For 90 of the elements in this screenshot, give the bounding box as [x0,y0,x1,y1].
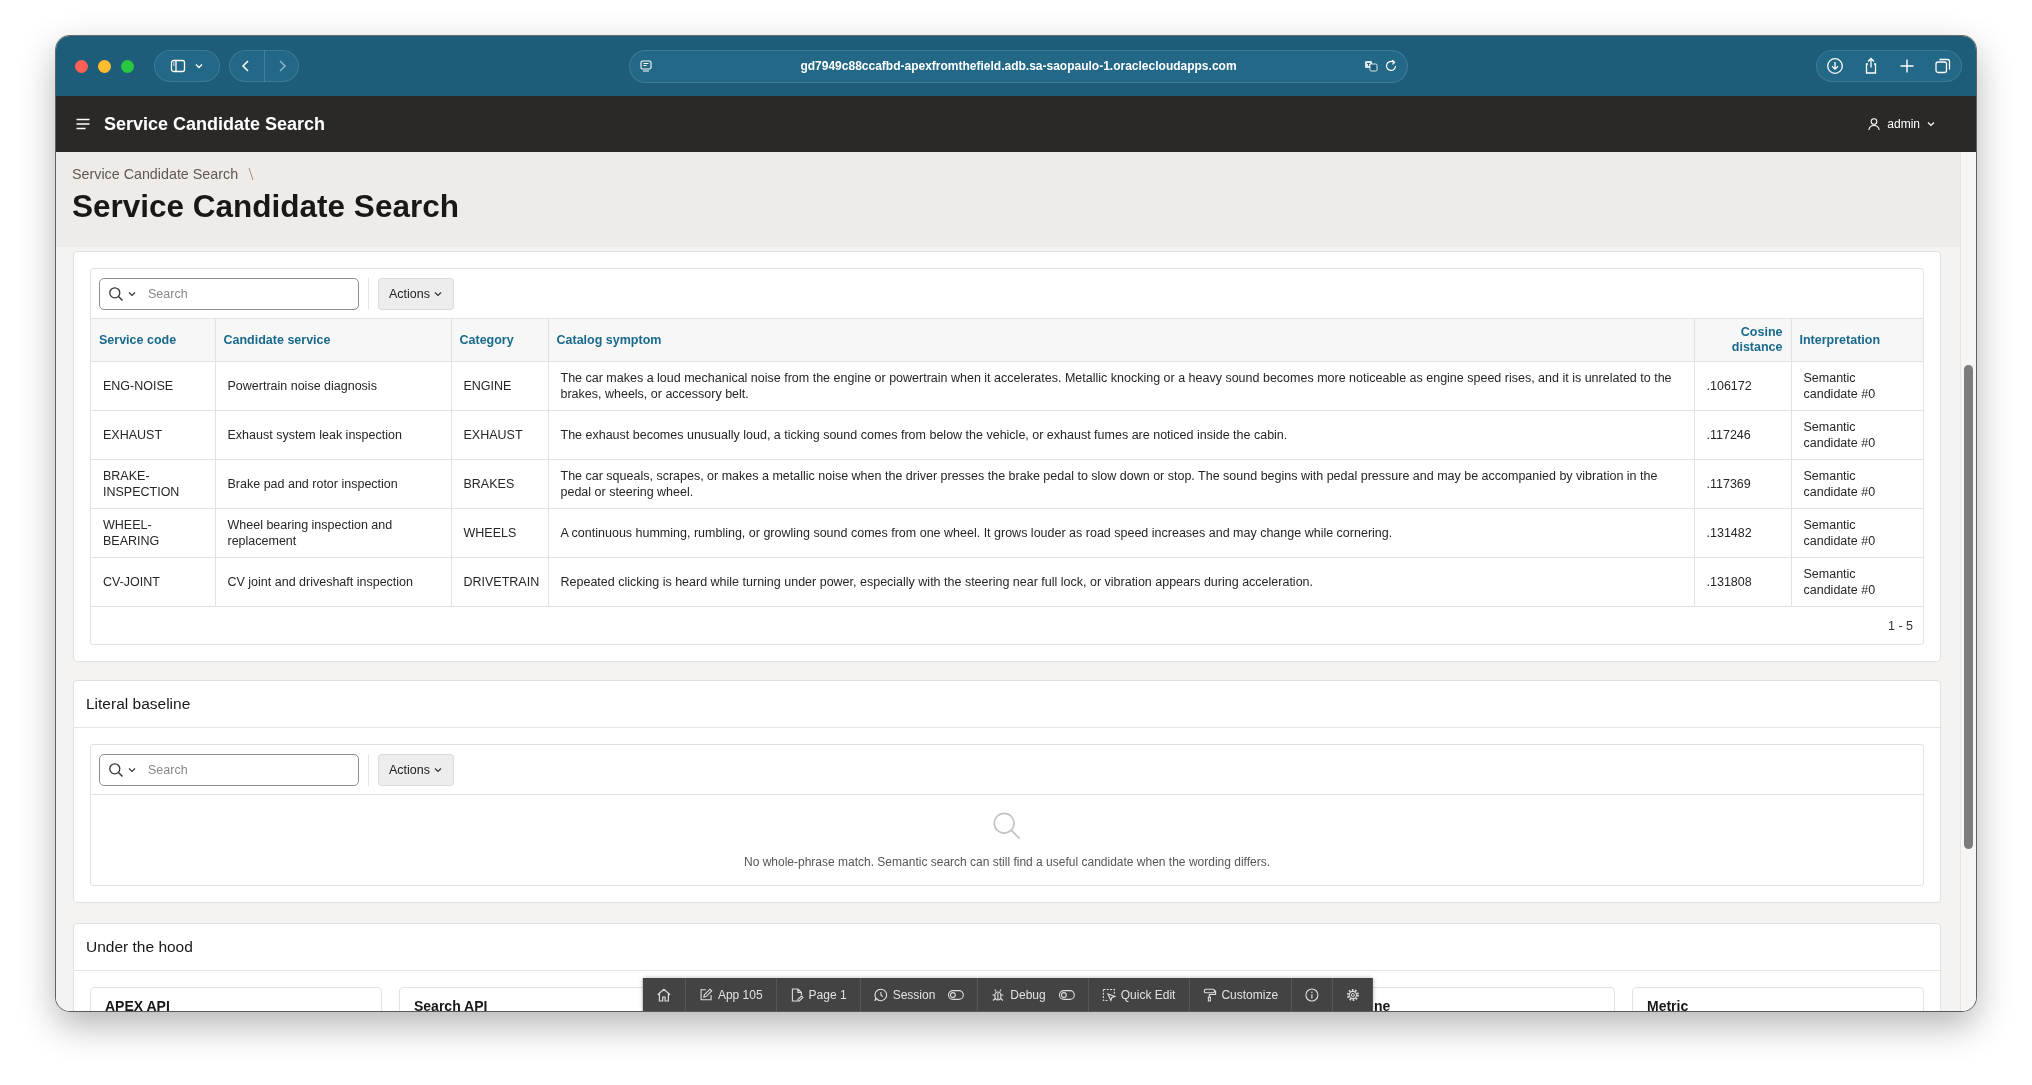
download-icon[interactable] [1826,57,1844,75]
table-cell: .117369 [1694,459,1791,509]
page-icon [639,58,653,73]
app-button[interactable]: App 105 [685,978,777,1011]
card-title: ne [1374,998,1391,1011]
session-button[interactable]: Session [860,978,979,1011]
page-button[interactable]: Page 1 [776,978,861,1011]
table-cell: .117246 [1694,410,1791,460]
sidebar-button[interactable] [154,50,220,82]
bug-icon [991,987,1006,1002]
column-header[interactable]: Cosine distance [1694,319,1791,362]
table-cell: Powertrain noise diagnosis [215,361,451,411]
home-icon [655,986,672,1003]
table-cell: .131482 [1694,508,1791,558]
table-cell: EXHAUST [91,410,215,460]
pagination-label: 1 - 5 [1888,618,1913,633]
table-cell: CV-JOINT [91,557,215,607]
breadcrumb-link[interactable]: Service Candidate Search [72,166,239,182]
table-cell: Exhaust system leak inspection [215,410,451,460]
table-cell: CV joint and driveshaft inspection [215,557,451,607]
search-icon[interactable] [108,761,124,778]
table-cell: Semantic candidate #0 [1791,361,1923,411]
search-field[interactable]: Search [99,753,359,786]
chevron-down-icon [194,61,204,71]
actions-button[interactable]: Actions [378,277,454,310]
table-cell: The exhaust becomes unusually loud, a ticking sound comes from below the vehicle, or exhaust fumes are noticed inside the cabin. [548,410,1694,460]
search-input[interactable]: Search [148,283,350,304]
actions-button[interactable]: Actions [378,753,454,786]
column-header[interactable]: Candidate service [215,319,451,362]
window-zoom-button[interactable] [121,59,134,73]
address-bar[interactable]: gd7949c88ccafbd-apexfromthefield.adb.sa-saopaulo-1.oraclecloudapps.com [629,49,1408,83]
plus-icon[interactable] [1898,57,1916,75]
sidebar-icon [170,58,186,74]
table-cell: Repeated clicking is heard while turning under power, especially with the steering near full lock, or vibration appears during acceleration. [548,557,1694,607]
scrollbar-thumb[interactable] [1964,365,1973,849]
window-minimize-button[interactable] [98,59,111,73]
translate-icon[interactable] [1364,58,1378,73]
table-cell: A continuous humming, rumbling, or growling sound comes from one wheel. It grows louder as road speed increases and may change while cornering. [548,508,1694,558]
table-cell: The car makes a loud mechanical noise from the engine or powertrain when it accelerates. Metallic knocking or a heavy sound becomes more noticeable as engine speed rises, and it is unrelated to the brakes, wheels, or accessory belt. [548,361,1694,411]
cursor-select-icon [1101,987,1116,1002]
app-title: Service Candidate Search [104,113,327,135]
search-field[interactable]: Search [99,277,359,310]
tabs-icon[interactable] [1934,57,1952,75]
user-menu-button[interactable]: admin [1867,117,1936,131]
breadcrumb-separator-icon [248,167,255,181]
card-title: Metric [1647,998,1689,1011]
search-input[interactable]: Search [148,759,350,780]
column-header[interactable]: Interpretation [1791,319,1923,362]
table-cell: BRAKES [451,459,548,509]
table-cell: .106172 [1694,361,1791,411]
debug-button[interactable]: Debug [978,978,1089,1011]
table-cell: EXHAUST [451,410,548,460]
customize-button[interactable]: Customize [1189,978,1293,1011]
edit-icon [698,987,713,1002]
table-cell: BRAKE-INSPECTION [91,459,215,509]
scrollbar[interactable] [1960,152,1976,1011]
document-edit-icon [789,987,804,1002]
region-title: Literal baseline [86,695,191,713]
table-cell: Semantic candidate #0 [1791,459,1923,509]
card-title: APEX API [105,998,170,1011]
table-cell: The car squeals, scrapes, or makes a metallic noise when the driver presses the brake pedal to slow down or stop. The sound begins with pedal pressure and may be accompanied by vibration in the pedal or steering wheel. [548,459,1694,509]
reload-icon[interactable] [1384,58,1398,73]
table-cell: Brake pad and rotor inspection [215,459,451,509]
table-cell: Semantic candidate #0 [1791,410,1923,460]
search-icon[interactable] [108,285,124,302]
table-cell: Wheel bearing inspection and replacement [215,508,451,558]
table-cell: WHEELS [451,508,548,558]
page-title: Service Candidate Search [72,187,460,225]
card-title: Search API [414,998,488,1011]
table-cell: ENG-NOISE [91,361,215,411]
column-header[interactable]: Catalog symptom [548,319,1694,362]
table-cell: DRIVETRAIN [451,557,548,607]
quick-edit-button[interactable]: Quick Edit [1088,978,1190,1011]
table-cell: Semantic candidate #0 [1791,508,1923,558]
magnifier-icon [992,811,1022,841]
table-cell: .131808 [1694,557,1791,607]
region-title: Under the hood [86,938,193,956]
column-header[interactable]: Category [451,319,548,362]
settings-icon [1346,987,1361,1002]
table-cell: Semantic candidate #0 [1791,557,1923,607]
empty-message: No whole-phrase match. Semantic search can still find a useful candidate when the wording differs. [743,855,1271,869]
column-header[interactable]: Service code [91,319,215,362]
table-cell: WHEEL-BEARING [91,508,215,558]
chat-bubble-icon [873,987,888,1002]
user-icon [1867,117,1882,131]
paint-roller-icon [1202,987,1217,1002]
table-cell: ENGINE [451,361,548,411]
info-icon [1305,987,1320,1002]
chevron-down-icon [1926,119,1936,129]
menu-icon [75,116,91,132]
